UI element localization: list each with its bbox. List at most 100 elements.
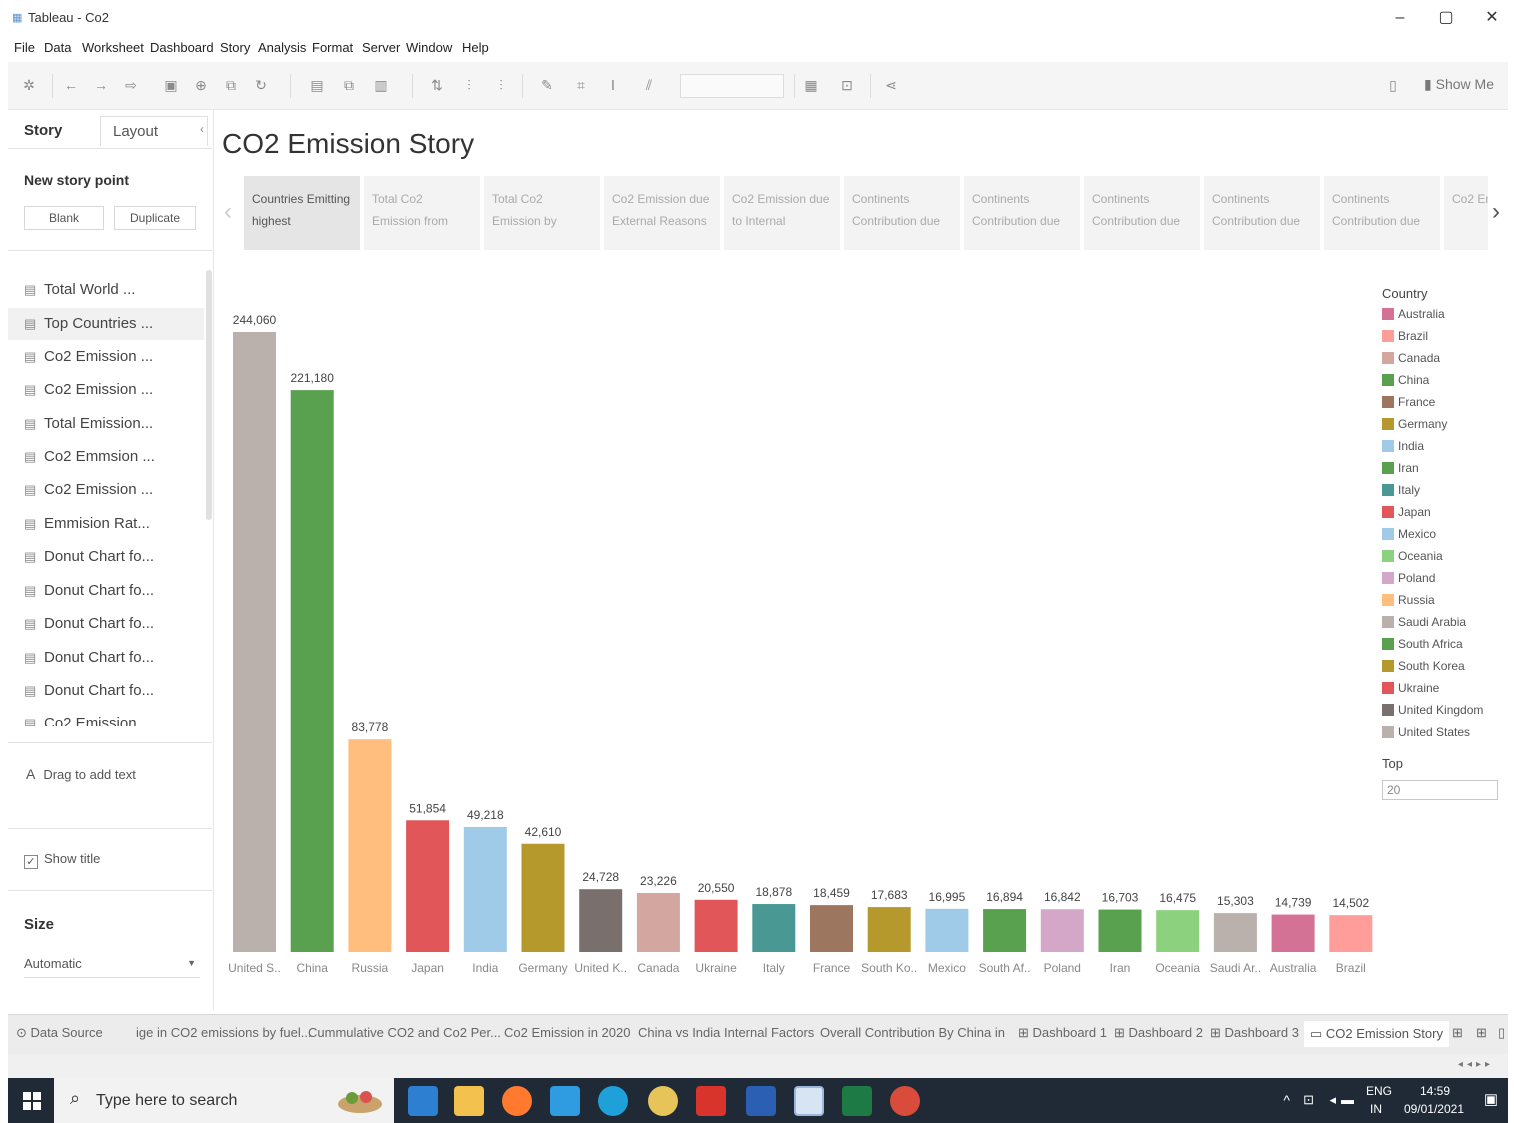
bar[interactable] xyxy=(1098,909,1142,952)
menu-server[interactable]: Server xyxy=(362,40,400,55)
clear-sheet-icon[interactable]: ▥ xyxy=(372,76,390,94)
word-icon[interactable] xyxy=(746,1086,776,1116)
fix-axes-icon[interactable]: ⫽ xyxy=(640,76,658,94)
acrobat-icon[interactable] xyxy=(696,1086,726,1116)
save-icon[interactable]: ▣ xyxy=(162,76,180,94)
sheet-tab[interactable]: Cummulative CO2 and Co2 Per... xyxy=(308,1025,501,1040)
volume-icon[interactable]: ◂ xyxy=(1329,1092,1336,1108)
legend-item[interactable]: India xyxy=(1382,439,1512,461)
tab-layout[interactable]: Layout xyxy=(100,116,208,146)
sheet-item[interactable]: ▤ Total World ... xyxy=(8,274,204,306)
sheet-item[interactable]: ▤ Emmision Rat... xyxy=(8,508,204,540)
blank-button[interactable]: Blank xyxy=(24,206,104,230)
bar[interactable] xyxy=(1329,915,1373,952)
highlight-icon[interactable]: ✎ xyxy=(538,76,556,94)
sheet-item[interactable]: ▤ Co2 Emission... xyxy=(8,708,204,726)
redo-icon[interactable]: → xyxy=(92,76,110,94)
sort-ascending-icon[interactable]: ⫶ xyxy=(460,76,478,94)
tray-chevron-up-icon[interactable]: ^ xyxy=(1283,1092,1290,1108)
bar[interactable] xyxy=(636,892,680,952)
show-cards-icon[interactable]: ▦ xyxy=(802,76,820,94)
chrome-alt-icon[interactable] xyxy=(890,1086,920,1116)
new-story-tab-icon[interactable]: ▯ xyxy=(1498,1025,1505,1041)
sheet-item[interactable]: ▤ Co2 Emission ... xyxy=(8,474,204,506)
wifi-icon[interactable]: ▬ xyxy=(1341,1092,1354,1107)
legend-item[interactable]: United Kingdom xyxy=(1382,703,1512,725)
sheet-item[interactable]: ▤ Co2 Emission ... xyxy=(8,341,204,373)
dashboard-tab[interactable]: ⊞ Dashboard 2 xyxy=(1114,1025,1203,1041)
tab-scroll-controls[interactable]: ◂◂▸▸ xyxy=(1458,1059,1494,1070)
legend-item[interactable]: China xyxy=(1382,373,1512,395)
legend-item[interactable]: Australia xyxy=(1382,307,1512,329)
menu-format[interactable]: Format xyxy=(312,40,353,55)
legend-item[interactable]: Saudi Arabia xyxy=(1382,615,1512,637)
collapse-pane-icon[interactable]: ‹ xyxy=(200,122,204,136)
legend-item[interactable]: Japan xyxy=(1382,505,1512,527)
bar[interactable] xyxy=(810,905,853,952)
presentation-mode-icon[interactable]: ⊡ xyxy=(838,76,856,94)
bar[interactable] xyxy=(348,739,392,952)
dashboard-tab[interactable]: ⊞ Dashboard 3 xyxy=(1210,1025,1299,1041)
vscode-icon[interactable] xyxy=(550,1086,580,1116)
show-labels-icon[interactable]: Ⅰ xyxy=(604,76,622,94)
bar[interactable] xyxy=(867,907,911,952)
sheet-list-scrollbar[interactable] xyxy=(206,270,212,520)
fit-select[interactable] xyxy=(680,74,784,98)
legend-item[interactable]: Russia xyxy=(1382,593,1512,615)
menu-worksheet[interactable]: Worksheet xyxy=(82,40,144,55)
bar[interactable] xyxy=(1213,913,1257,952)
sheet-item[interactable]: ▤ Donut Chart fo... xyxy=(8,675,204,707)
refresh-icon[interactable]: ↻ xyxy=(252,76,270,94)
sort-descending-icon[interactable]: ⫶ xyxy=(492,76,510,94)
duplicate-sheet-icon[interactable]: ⧉ xyxy=(340,76,358,94)
bar[interactable] xyxy=(233,332,276,952)
legend-item[interactable]: Italy xyxy=(1382,483,1512,505)
bar[interactable] xyxy=(1040,909,1084,952)
menu-dashboard[interactable]: Dashboard xyxy=(150,40,214,55)
tableau-logo-icon[interactable]: ✲ xyxy=(20,76,38,94)
sheet-item[interactable]: ▤ Donut Chart fo... xyxy=(8,575,204,607)
bar[interactable] xyxy=(290,390,334,952)
show-me-icon-left[interactable]: ▯ xyxy=(1384,76,1402,94)
bar[interactable] xyxy=(579,889,623,952)
maximize-button[interactable]: ▢ xyxy=(1426,6,1466,30)
input-language[interactable]: ENG xyxy=(1366,1084,1392,1098)
legend-item[interactable]: Ukraine xyxy=(1382,681,1512,703)
legend-item[interactable]: South Korea xyxy=(1382,659,1512,681)
file-explorer-icon[interactable] xyxy=(454,1086,484,1116)
bar[interactable] xyxy=(521,843,565,952)
dashboard-tab[interactable]: ⊞ Dashboard 1 xyxy=(1018,1025,1107,1041)
menu-story[interactable]: Story xyxy=(220,40,250,55)
close-button[interactable]: ✕ xyxy=(1472,6,1512,30)
new-data-source-icon[interactable]: ⊕ xyxy=(192,76,210,94)
windows-start-button[interactable] xyxy=(8,1078,54,1123)
sheet-item[interactable]: ▤ Co2 Emission ... xyxy=(8,374,204,406)
top-parameter-input[interactable] xyxy=(1382,780,1498,800)
bar[interactable] xyxy=(983,909,1027,952)
sheet-item[interactable]: ▤ Donut Chart fo... xyxy=(8,608,204,640)
sheet-tab[interactable]: China vs India Internal Factors xyxy=(638,1025,814,1040)
duplicate-button[interactable]: Duplicate xyxy=(114,206,196,230)
menu-file[interactable]: File xyxy=(14,40,35,55)
tab-story[interactable]: Story xyxy=(24,122,62,139)
swap-rows-columns-icon[interactable]: ⇅ xyxy=(428,76,446,94)
pause-updates-icon[interactable]: ⧉ xyxy=(222,76,240,94)
network-icon[interactable]: ⊡ xyxy=(1303,1092,1314,1108)
story-tab-active[interactable]: ▭ CO2 Emission Story xyxy=(1304,1021,1449,1047)
input-region[interactable]: IN xyxy=(1370,1102,1382,1116)
sheet-item[interactable]: ▤ Co2 Emmsion ... xyxy=(8,441,204,473)
checkbox-checked-icon[interactable]: ✓ xyxy=(24,855,38,869)
bar[interactable] xyxy=(1271,914,1315,952)
menu-data[interactable]: Data xyxy=(44,40,71,55)
bar[interactable] xyxy=(463,826,507,952)
legend-item[interactable]: France xyxy=(1382,395,1512,417)
notification-icon[interactable]: ▣ xyxy=(1484,1090,1498,1108)
group-members-icon[interactable]: ⌗ xyxy=(572,76,590,94)
drag-to-add-text[interactable]: A Drag to add text xyxy=(26,766,136,782)
legend-item[interactable]: Oceania xyxy=(1382,549,1512,571)
legend-item[interactable]: Iran xyxy=(1382,461,1512,483)
chrome-icon[interactable] xyxy=(648,1086,678,1116)
legend-item[interactable]: Mexico xyxy=(1382,527,1512,549)
size-select[interactable]: Automatic ▼ xyxy=(24,956,200,978)
legend-item[interactable]: United States xyxy=(1382,725,1512,747)
